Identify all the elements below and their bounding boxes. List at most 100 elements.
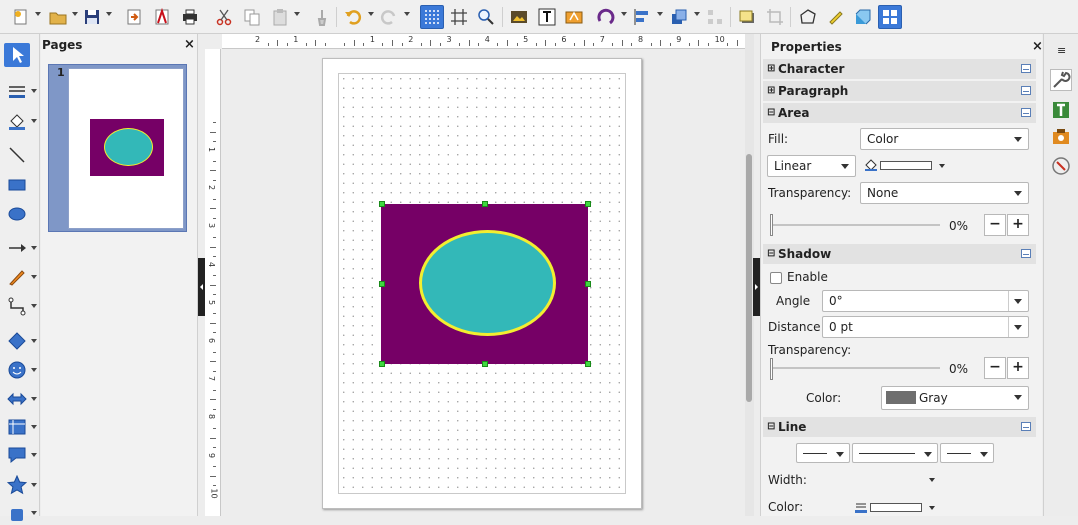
selection-handle[interactable] [585, 281, 591, 287]
glue-points-icon[interactable] [823, 5, 847, 29]
text-box-icon[interactable] [535, 5, 559, 29]
more-options-icon[interactable] [1021, 422, 1031, 431]
shadow-distance-combo[interactable]: 0 pt [822, 316, 1029, 338]
ellipse-tool-icon[interactable] [4, 202, 30, 226]
rectangle-tool-icon[interactable] [4, 173, 30, 197]
helplines-icon[interactable] [447, 5, 471, 29]
navigator-tab-icon[interactable] [1050, 155, 1072, 177]
vertical-ruler[interactable]: 1 2 3 4 5 6 7 8 9 10 [205, 49, 221, 516]
stars-icon[interactable] [4, 473, 30, 497]
zoom-icon[interactable] [474, 5, 498, 29]
more-options-icon[interactable] [1021, 86, 1031, 95]
pages-panel-splitter[interactable] [198, 258, 205, 316]
selection-handle[interactable] [379, 361, 385, 367]
cut-icon[interactable] [212, 5, 236, 29]
line-width-dropdown[interactable] [929, 478, 935, 482]
3d-objects-icon[interactable] [4, 501, 30, 525]
shadow-color-select[interactable]: Gray [881, 386, 1029, 410]
gallery-tab-icon[interactable] [1050, 126, 1072, 148]
redo-dropdown[interactable] [404, 12, 410, 16]
paste-icon[interactable] [268, 5, 292, 29]
sidebar-menu-icon[interactable]: ≡ [1057, 44, 1066, 57]
curve-tool-icon[interactable] [4, 265, 30, 289]
shadow-transparency-decrease-button[interactable]: − [984, 357, 1006, 379]
new-document-dropdown[interactable] [35, 12, 41, 16]
export-icon[interactable] [122, 5, 146, 29]
paste-dropdown[interactable] [294, 12, 300, 16]
fill-type-select[interactable]: Color [860, 128, 1029, 150]
line-color-dropdown[interactable] [31, 89, 37, 93]
transformations-icon[interactable] [594, 5, 618, 29]
selection-handle[interactable] [585, 361, 591, 367]
more-options-icon[interactable] [1021, 249, 1031, 258]
distribute-icon[interactable] [703, 5, 727, 29]
redo-icon[interactable] [377, 5, 401, 29]
save-dropdown[interactable] [106, 12, 112, 16]
grid-icon[interactable] [420, 5, 444, 29]
undo-dropdown[interactable] [368, 12, 374, 16]
print-icon[interactable] [178, 5, 202, 29]
stars-dropdown[interactable] [31, 483, 37, 487]
arrange-icon[interactable] [667, 5, 691, 29]
flowchart-icon[interactable] [4, 415, 30, 439]
shadow-angle-combo[interactable]: 0° [822, 290, 1029, 312]
shadow-icon[interactable] [735, 5, 759, 29]
connectors-dropdown[interactable] [31, 304, 37, 308]
shadow-transparency-slider[interactable] [771, 367, 940, 369]
open-folder-icon[interactable] [46, 5, 70, 29]
clone-formatting-icon[interactable] [310, 5, 334, 29]
3d-objects-dropdown[interactable] [31, 511, 37, 515]
fontwork-icon[interactable] [562, 5, 586, 29]
shadow-transparency-slider-knob[interactable] [770, 358, 773, 380]
align-dropdown[interactable] [657, 12, 663, 16]
properties-close-button[interactable]: × [1032, 39, 1043, 54]
export-pdf-icon[interactable] [150, 5, 174, 29]
fill-color-picker[interactable] [864, 157, 948, 175]
block-arrows-icon[interactable] [4, 387, 30, 411]
flowchart-dropdown[interactable] [31, 425, 37, 429]
properties-tab-icon[interactable] [1050, 69, 1072, 91]
section-line[interactable]: ⊟ Line [763, 417, 1036, 437]
transformations-dropdown[interactable] [621, 12, 627, 16]
selection-handle[interactable] [379, 201, 385, 207]
selection-handle[interactable] [482, 201, 488, 207]
selection-handle[interactable] [482, 361, 488, 367]
shadow-transparency-increase-button[interactable]: + [1007, 357, 1029, 379]
block-arrows-dropdown[interactable] [31, 397, 37, 401]
connector-tool-icon[interactable] [4, 294, 30, 318]
more-options-icon[interactable] [1021, 64, 1031, 73]
select-arrow-icon[interactable] [4, 43, 30, 67]
horizontal-ruler[interactable]: 2 1 1 2 3 4 5 6 7 8 9 10 [222, 34, 748, 49]
copy-icon[interactable] [240, 5, 264, 29]
basic-shapes-icon[interactable] [4, 329, 30, 353]
section-character[interactable]: ⊞ Character [763, 59, 1036, 79]
save-icon[interactable] [80, 5, 104, 29]
styles-tab-icon[interactable] [1050, 99, 1072, 121]
area-transparency-select[interactable]: None [860, 182, 1029, 204]
arrow-line-icon[interactable] [4, 236, 30, 260]
area-transparency-decrease-button[interactable]: − [984, 214, 1006, 236]
line-end-arrow-select[interactable] [940, 443, 994, 463]
new-document-icon[interactable] [9, 5, 33, 29]
pages-close-button[interactable]: × [184, 37, 195, 52]
undo-icon[interactable] [341, 5, 365, 29]
fill-color-icon[interactable] [4, 109, 30, 133]
selection-handle[interactable] [585, 201, 591, 207]
line-color-icon[interactable] [4, 79, 30, 103]
image-icon[interactable] [507, 5, 531, 29]
lines-arrows-dropdown[interactable] [31, 246, 37, 250]
callouts-dropdown[interactable] [31, 453, 37, 457]
vertical-scrollbar-thumb[interactable] [746, 154, 752, 402]
line-color-picker[interactable] [854, 500, 940, 514]
area-transparency-slider[interactable] [771, 224, 940, 226]
toggle-extrusion-icon[interactable] [851, 5, 875, 29]
sidebar-splitter[interactable] [753, 258, 760, 316]
more-options-icon[interactable] [1021, 108, 1031, 117]
arrange-dropdown[interactable] [694, 12, 700, 16]
line-start-arrow-select[interactable] [796, 443, 850, 463]
area-transparency-increase-button[interactable]: + [1007, 214, 1029, 236]
selection-handle[interactable] [379, 281, 385, 287]
display-views-icon[interactable] [878, 5, 902, 29]
align-objects-icon[interactable] [630, 5, 654, 29]
teal-ellipse-shape[interactable] [419, 230, 556, 336]
